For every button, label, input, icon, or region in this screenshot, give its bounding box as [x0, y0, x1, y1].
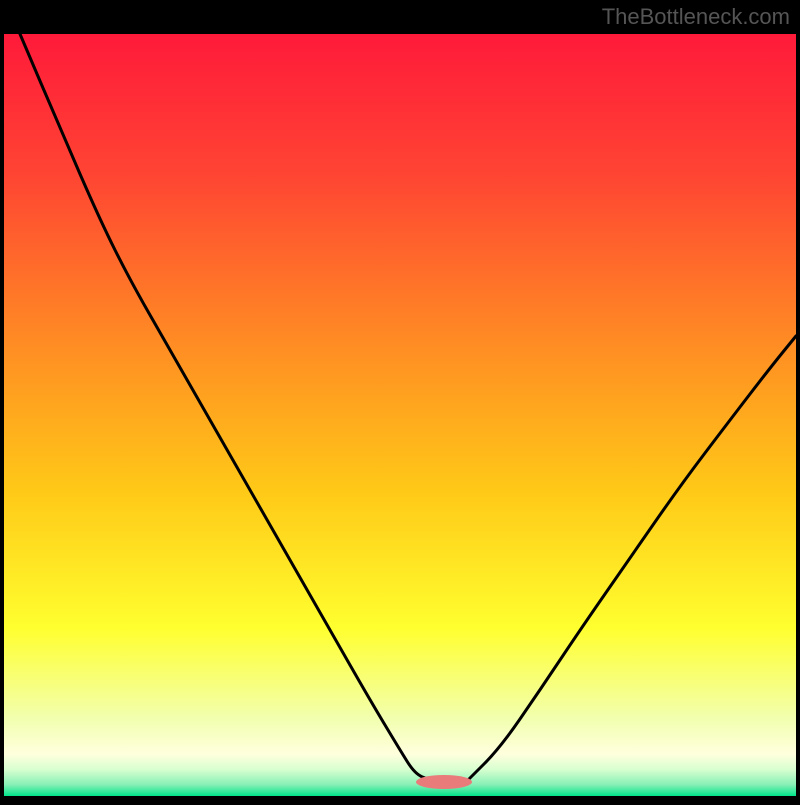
chart-plot-area: [4, 34, 796, 796]
optimum-marker: [416, 775, 472, 789]
chart-svg: [0, 0, 800, 800]
watermark-label: TheBottleneck.com: [602, 4, 790, 30]
bottleneck-chart: TheBottleneck.com: [0, 0, 800, 800]
